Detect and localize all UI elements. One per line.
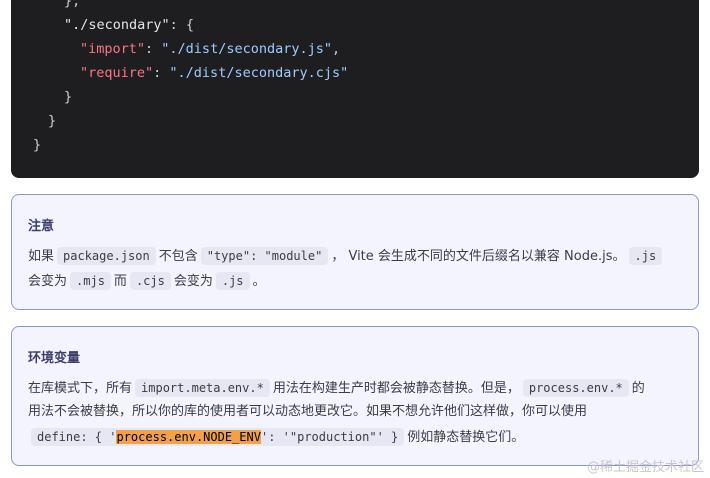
code-line: "./secondary": { (64, 13, 194, 37)
code-line: }, (64, 0, 80, 13)
inline-code: .mjs (70, 272, 111, 290)
inline-code: .cjs (129, 272, 171, 290)
env-text-line: 在库模式下，所有 import.meta.env.* 用法在构建生产时都会被静态替换… (28, 378, 645, 399)
env-text: 用法不会被替换，所以你的库的使用者可以动态地更改它。如果不想允许他们这样做，你可… (28, 404, 588, 419)
code-punctuation: , (331, 41, 341, 57)
code-punctuation: } (33, 137, 42, 153)
inline-code: "type": "module" (200, 247, 329, 265)
code-key: "./secondary" (64, 17, 170, 33)
note-text-line: 会变为 .mjs 而 .cjs 会变为 .js。 (28, 271, 266, 292)
code-punctuation: : (153, 65, 170, 81)
code-line: } (64, 85, 72, 109)
inline-code: .js (215, 272, 250, 290)
inline-code: import.meta.env.* (135, 379, 270, 397)
code-fragment: define: { ' (37, 430, 117, 444)
code-punctuation: }, (64, 0, 81, 9)
code-key: "import" (80, 41, 146, 57)
highlighted-code: process.env.NODE_ENV (116, 430, 261, 444)
inline-code-define: define: { 'process.env.NODE_ENV': '"prod… (31, 428, 405, 446)
inline-code: .js (628, 247, 663, 265)
code-string: "./dist/secondary.js" (161, 41, 332, 57)
note-callout: 注意 如果 package.json 不包含 "type": "module"， Vi… (11, 194, 699, 310)
env-text-line: 用法不会被替换，所以你的库的使用者可以动态地更改它。如果不想允许他们这样做，你可… (28, 402, 587, 422)
env-text: 用法在构建生产时都会被静态替换。但是， (272, 381, 520, 396)
code-fragment: ': '"production"' } (260, 430, 399, 444)
note-text: 会变为 (173, 274, 213, 289)
note-text: 如果 (28, 249, 55, 264)
env-text: 例如静态替换它们。 (407, 430, 525, 445)
inline-code: package.json (57, 247, 156, 265)
code-key: "require" (80, 65, 154, 81)
code-line: "import": "./dist/secondary.js", (80, 37, 340, 61)
code-line: } (33, 133, 41, 157)
env-text: 的 (631, 381, 645, 396)
watermark: @稀土掘金技术社区 (586, 460, 704, 475)
env-text-line: define: { 'process.env.NODE_ENV': '"prod… (28, 427, 524, 448)
note-text: 不包含 (158, 249, 198, 264)
code-punctuation: } (64, 89, 73, 105)
env-text: 在库模式下，所有 (28, 381, 133, 396)
code-line: "require": "./dist/secondary.cjs" (80, 61, 348, 85)
inline-code: process.env.* (522, 379, 629, 397)
note-text: 会变为 (28, 274, 68, 289)
code-punctuation: } (48, 113, 57, 129)
note-text: ， Vite 会生成不同的文件后缀名以兼容 Node.js。 (331, 249, 626, 264)
code-punctuation: : (145, 41, 162, 57)
code-punctuation: : { (169, 17, 195, 33)
note-title: 注意 (28, 219, 55, 234)
env-callout: 环境变量 在库模式下，所有 import.meta.env.* 用法在构建生产时都会… (11, 326, 699, 466)
env-title: 环境变量 (28, 351, 81, 366)
code-string: "./dist/secondary.cjs" (169, 65, 349, 81)
note-text-line: 如果 package.json 不包含 "type": "module"， Vite … (28, 246, 665, 267)
note-text: 而 (113, 274, 127, 289)
code-block: }, "./secondary": { "import": "./dist/se… (11, 0, 699, 178)
note-text: 。 (252, 274, 266, 289)
code-line: } (48, 109, 56, 133)
